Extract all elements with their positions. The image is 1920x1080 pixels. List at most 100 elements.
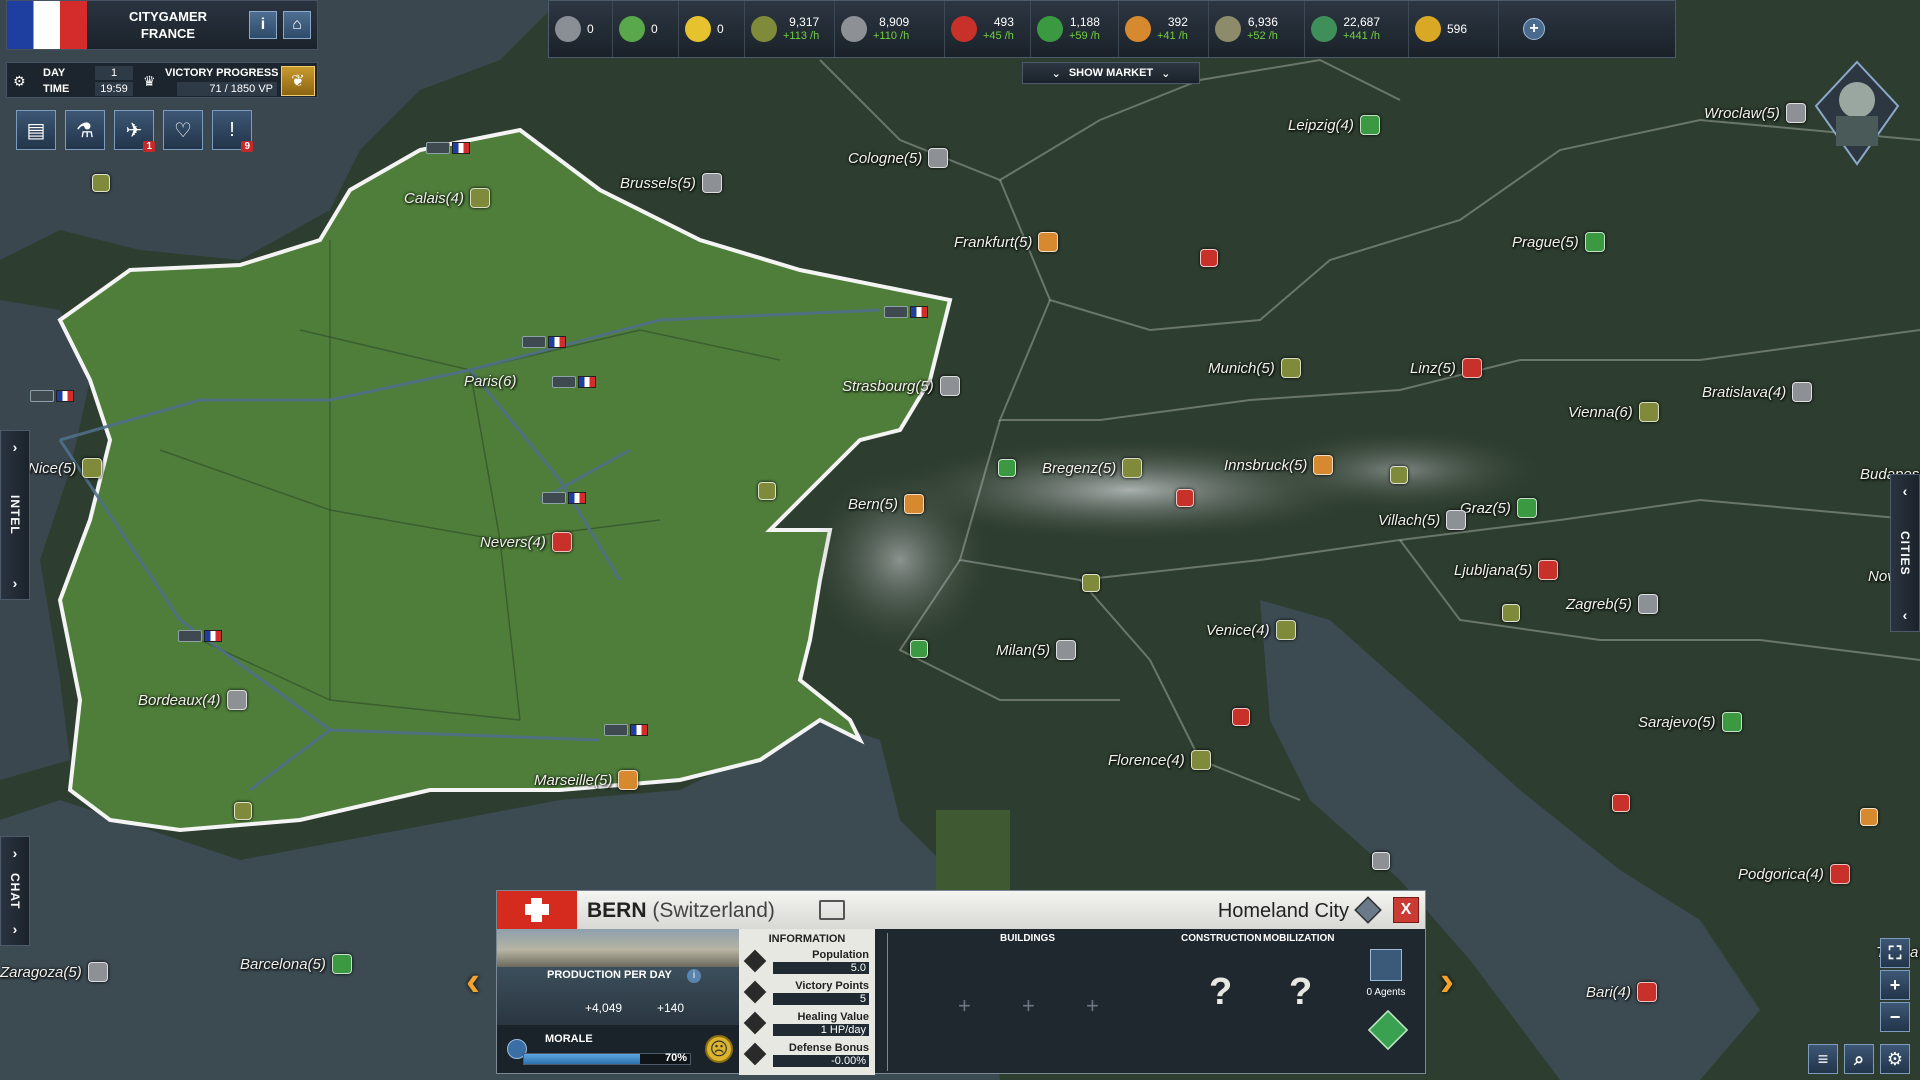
gear-resource-icon: [1785, 103, 1806, 123]
city-paris[interactable]: Paris(6): [464, 373, 517, 390]
goods-resource-icon[interactable]: [758, 482, 776, 500]
zoom-out-button[interactable]: −: [1880, 1002, 1910, 1032]
components-icon: [841, 16, 867, 42]
goods-resource-icon[interactable]: [1390, 466, 1408, 484]
search-icon[interactable]: ⌕: [1844, 1044, 1874, 1074]
resource-manpower-b[interactable]: 0: [613, 1, 679, 57]
resource-electronics[interactable]: 1,188 +59 /h: [1031, 1, 1119, 57]
army-unit[interactable]: [426, 142, 470, 154]
army-unit[interactable]: [178, 630, 222, 642]
laurel-icon[interactable]: ❦: [281, 66, 315, 96]
army-unit[interactable]: [552, 376, 596, 388]
oil-resource-icon[interactable]: [1176, 489, 1194, 507]
city-zagreb[interactable]: Zagreb(5): [1566, 594, 1658, 614]
city-bordeaux[interactable]: Bordeaux(4): [138, 690, 247, 710]
city-venice[interactable]: Venice(4): [1206, 620, 1296, 640]
show-market-button[interactable]: ⌄ SHOW MARKET ⌄: [1022, 62, 1200, 84]
city-florence[interactable]: Florence(4): [1108, 750, 1211, 770]
resource-supplies[interactable]: 9,317 +113 /h: [745, 1, 835, 57]
city-graz[interactable]: Graz(5): [1460, 498, 1537, 518]
city-munich[interactable]: Munich(5): [1208, 358, 1301, 378]
diplomacy-button[interactable]: ♡: [163, 110, 203, 150]
intel-tab[interactable]: › INTEL ›: [0, 430, 30, 600]
info-button[interactable]: i: [249, 11, 277, 39]
city-vienna[interactable]: Vienna(6): [1568, 402, 1659, 422]
resource-fuel[interactable]: 493 +45 /h: [945, 1, 1031, 57]
goods-resource-icon[interactable]: [92, 174, 110, 192]
city-sarajevo[interactable]: Sarajevo(5): [1638, 712, 1742, 732]
resource-money[interactable]: 22,687 +441 /h: [1305, 1, 1409, 57]
resource-gold[interactable]: 596: [1409, 1, 1499, 57]
army-button[interactable]: ✈ 1: [114, 110, 155, 152]
city-linz[interactable]: Linz(5): [1410, 358, 1482, 378]
goods-resource-icon[interactable]: [1502, 604, 1520, 622]
resource-manpower[interactable]: 6,936 +52 /h: [1209, 1, 1305, 57]
army-unit[interactable]: [522, 336, 566, 348]
advisor-portrait[interactable]: [1814, 60, 1900, 166]
construction-slot[interactable]: ?: [1209, 971, 1232, 1014]
elec-resource-icon[interactable]: [998, 459, 1016, 477]
buy-gold-button[interactable]: +: [1523, 18, 1545, 40]
city-bregenz[interactable]: Bregenz(5): [1042, 458, 1143, 478]
city-prague[interactable]: Prague(5): [1512, 232, 1605, 252]
oil-resource-icon[interactable]: [1200, 249, 1218, 267]
army-unit[interactable]: [30, 390, 74, 402]
info-icon[interactable]: i: [687, 969, 701, 983]
oil-resource-icon[interactable]: [1612, 794, 1630, 812]
city-strasbourg[interactable]: Strasbourg(5): [842, 376, 960, 396]
alerts-button[interactable]: ! 9: [212, 110, 253, 152]
city-leipzig[interactable]: Leipzig(4): [1288, 115, 1380, 135]
layers-icon[interactable]: ≡: [1808, 1044, 1838, 1074]
building-slot[interactable]: +: [1022, 993, 1035, 1019]
agents-section[interactable]: 0 Agents: [1357, 949, 1415, 998]
money-icon: [1311, 16, 1337, 42]
chat-tab[interactable]: › CHAT ›: [0, 836, 30, 946]
city-bern[interactable]: Bern(5): [848, 494, 925, 514]
resource-components[interactable]: 8,909 +110 /h: [835, 1, 945, 57]
city-barcelona[interactable]: Barcelona(5): [240, 954, 352, 974]
gear-resource-icon[interactable]: [1372, 852, 1390, 870]
army-unit[interactable]: [604, 724, 648, 736]
resource-nuclear[interactable]: 0: [679, 1, 745, 57]
city-frankfurt[interactable]: Frankfurt(5): [954, 232, 1059, 252]
city-zaragoza[interactable]: Zaragoza(5): [0, 962, 108, 982]
building-slot[interactable]: +: [1086, 993, 1099, 1019]
city-innsbruck[interactable]: Innsbruck(5): [1224, 455, 1334, 475]
city-brussels[interactable]: Brussels(5): [620, 173, 722, 193]
zoom-in-button[interactable]: +: [1880, 970, 1910, 1000]
cities-tab[interactable]: ‹ CITIES ‹: [1890, 474, 1920, 632]
next-city-button[interactable]: ›: [1430, 957, 1464, 1004]
fullscreen-button[interactable]: ⛶: [1880, 938, 1910, 968]
close-button[interactable]: X: [1393, 897, 1419, 923]
city-milan[interactable]: Milan(5): [996, 640, 1077, 660]
elec-resource-icon[interactable]: [910, 640, 928, 658]
previous-city-button[interactable]: ‹: [456, 957, 490, 1004]
monitor-icon[interactable]: [819, 900, 845, 920]
city-nevers[interactable]: Nevers(4): [480, 532, 572, 552]
ammo-resource-icon[interactable]: [1860, 808, 1878, 826]
goods-resource-icon[interactable]: [234, 802, 252, 820]
city-wroclaw[interactable]: Wroclaw(5): [1704, 103, 1806, 123]
city-ljubljana[interactable]: Ljubljana(5): [1454, 560, 1559, 580]
city-marseille[interactable]: Marseille(5): [534, 770, 639, 790]
gear-icon[interactable]: ⚙: [1880, 1044, 1910, 1074]
mobilization-slot[interactable]: ?: [1289, 971, 1312, 1014]
recruit-icon[interactable]: [1367, 1009, 1409, 1051]
resource-manpower-a[interactable]: 0: [549, 1, 613, 57]
army-unit[interactable]: [542, 492, 586, 504]
goods-resource-icon[interactable]: [1082, 574, 1100, 592]
home-icon[interactable]: ⌂: [283, 11, 311, 39]
oil-resource-icon[interactable]: [1232, 708, 1250, 726]
city-cologne[interactable]: Cologne(5): [848, 148, 949, 168]
city-villach[interactable]: Villach(5): [1378, 510, 1467, 530]
city-nice[interactable]: Nice(5): [28, 458, 103, 478]
army-unit[interactable]: [884, 306, 928, 318]
research-button[interactable]: ⚗: [65, 110, 105, 150]
building-slot[interactable]: +: [958, 993, 971, 1019]
city-calais[interactable]: Calais(4): [404, 188, 491, 208]
resource-rare-materials[interactable]: 392 +41 /h: [1119, 1, 1209, 57]
newspaper-button[interactable]: ▤: [16, 110, 56, 150]
city-bari[interactable]: Bari(4): [1586, 982, 1658, 1002]
city-podgorica[interactable]: Podgorica(4): [1738, 864, 1850, 884]
city-bratislava[interactable]: Bratislava(4): [1702, 382, 1813, 402]
